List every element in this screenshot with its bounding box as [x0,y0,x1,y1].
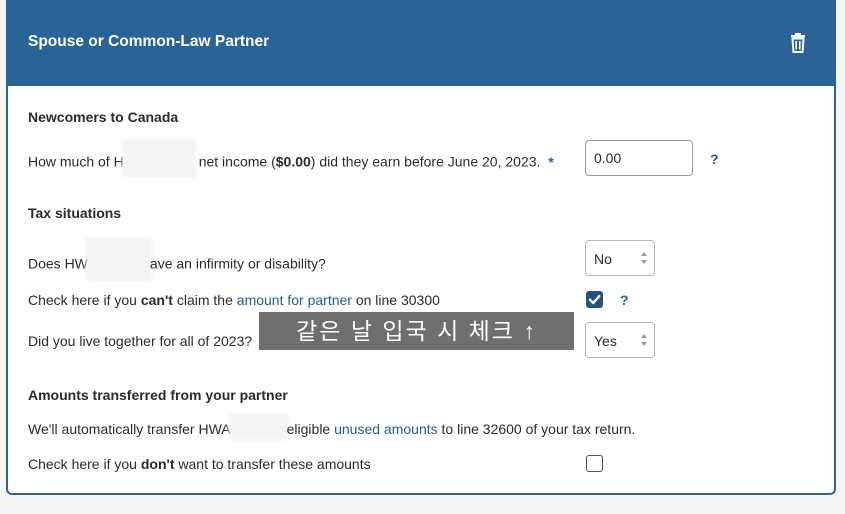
redacted-name [87,239,150,279]
partner-card: Spouse or Common-Law Partner Newcomers t… [6,0,836,495]
dont-transfer-label: Check here if you don't want to transfer… [28,456,371,472]
unused-amounts-link[interactable]: unused amounts [334,421,438,437]
transfer-title: Amounts transferred from your partner [28,387,288,403]
lived-together-question: Did you live together for all of 2023? [28,333,253,349]
newcomers-title: Newcomers to Canada [28,109,179,125]
dont-transfer-checkbox[interactable] [586,455,603,472]
net-income-input[interactable] [585,140,693,176]
required-mark: * [548,153,554,170]
newcomers-question: How much of Hnet income ($0.00) did they… [28,141,554,175]
redacted-name [230,416,287,439]
select-arrows-icon [641,334,647,346]
cant-claim-help-icon[interactable]: ? [620,292,629,308]
disability-question: Does HW ave an infirmity or disability? [28,239,326,279]
tax-situations-title: Tax situations [28,205,122,221]
cant-claim-checkbox[interactable] [586,291,603,308]
disability-select[interactable]: No [585,240,655,276]
card-header: Spouse or Common-Law Partner [8,0,834,86]
net-income-help-icon[interactable]: ? [710,151,719,167]
cant-claim-label: Check here if you can't claim the amount… [28,292,440,308]
amount-for-partner-link[interactable]: amount for partner [237,292,352,308]
trash-icon[interactable] [788,32,808,54]
redacted-name [123,141,194,175]
auto-transfer-text: We'll automatically transfer HWA eligible… [28,416,635,439]
card-title: Spouse or Common-Law Partner [28,33,270,50]
annotation-overlay: 같은 날 입국 시 체크 ↑ [259,312,574,350]
select-arrows-icon [641,252,647,264]
checkmark-icon [588,295,601,305]
lived-together-select[interactable]: Yes [585,322,655,358]
